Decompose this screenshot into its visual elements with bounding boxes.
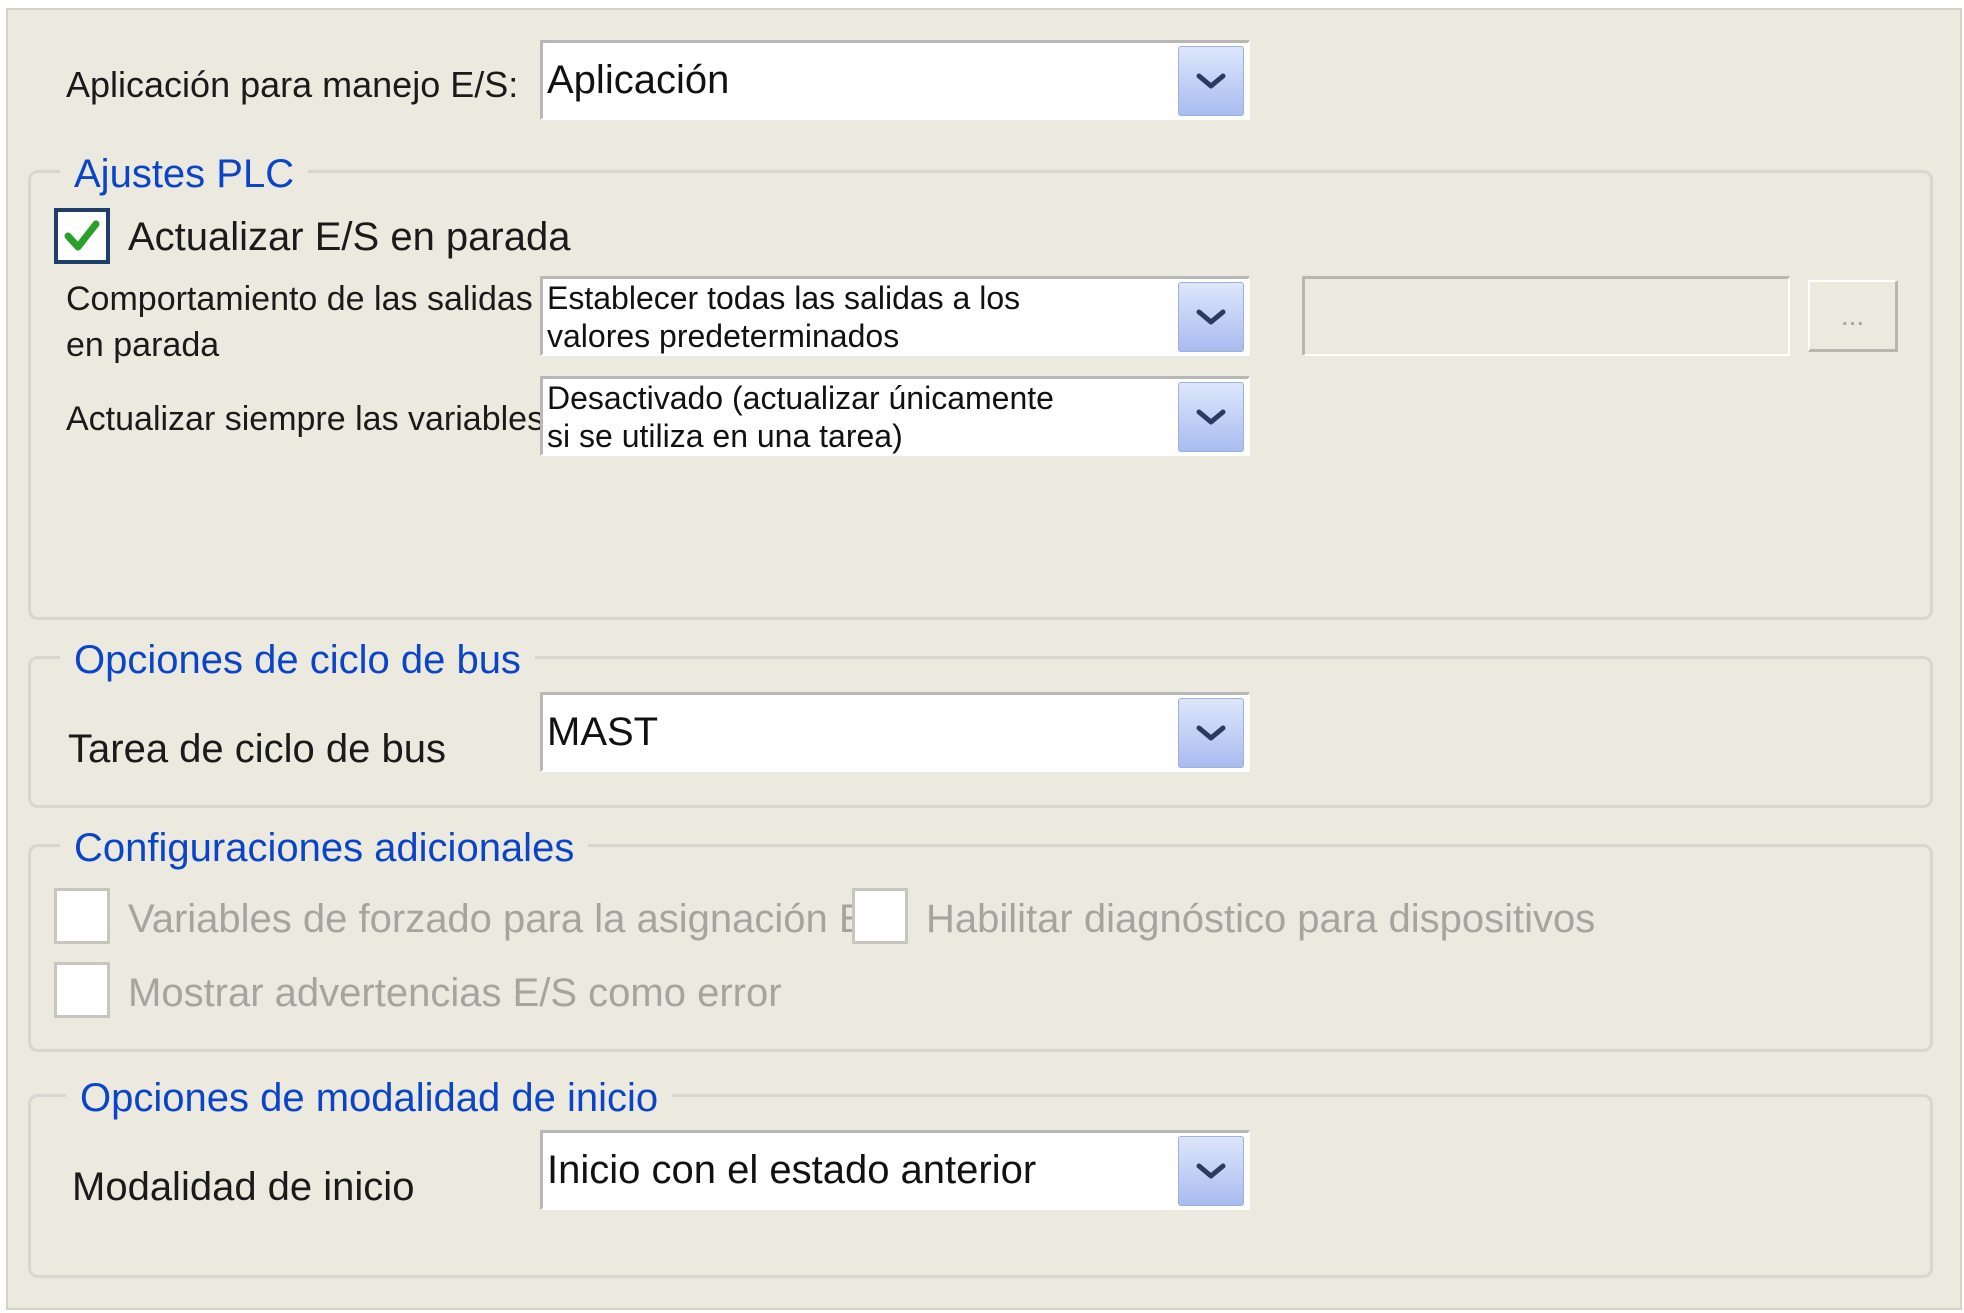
bus-cycle-task-label: Tarea de ciclo de bus (68, 727, 447, 771)
warnings-as-errors-label: Mostrar advertencias E/S como error (128, 971, 782, 1015)
update-io-on-stop-checkbox[interactable] (54, 208, 110, 264)
update-variables-dropdown-button[interactable] (1178, 382, 1244, 452)
chevron-down-icon (1196, 409, 1226, 425)
outputs-behavior-extra-field (1302, 276, 1790, 356)
outputs-behavior-combobox[interactable]: Establecer todas las salidas a los valor… (540, 276, 1250, 356)
chevron-down-icon (1196, 73, 1226, 89)
outputs-behavior-label: Comportamiento de las salidas en parada (66, 280, 533, 364)
bus-cycle-title: Opciones de ciclo de bus (60, 636, 535, 684)
chevron-down-icon (1196, 725, 1226, 741)
bus-cycle-task-combobox[interactable]: MAST (540, 692, 1250, 772)
additional-settings-title: Configuraciones adicionales (60, 824, 589, 872)
io-app-combobox[interactable]: Aplicación (540, 40, 1250, 120)
force-variables-label: Variables de forzado para la asignación … (128, 897, 904, 941)
update-variables-combobox[interactable]: Desactivado (actualizar únicamente si se… (540, 376, 1250, 456)
startup-title: Opciones de modalidad de inicio (66, 1074, 673, 1122)
bus-cycle-task-value: MAST (547, 710, 659, 754)
browse-button: ... (1808, 280, 1898, 352)
update-io-on-stop-label: Actualizar E/S en parada (128, 215, 571, 259)
force-variables-checkbox[interactable] (54, 888, 110, 944)
chevron-down-icon (1196, 309, 1226, 325)
startup-mode-combobox[interactable]: Inicio con el estado anterior (540, 1130, 1250, 1210)
warnings-as-errors-checkbox[interactable] (54, 962, 110, 1018)
startup-mode-value: Inicio con el estado anterior (547, 1148, 1037, 1192)
startup-mode-dropdown-button[interactable] (1178, 1136, 1244, 1206)
plc-settings-title: Ajustes PLC (60, 150, 309, 198)
chevron-down-icon (1196, 1163, 1226, 1179)
outputs-behavior-value: Establecer todas las salidas a los valor… (547, 279, 1021, 354)
update-variables-label: Actualizar siempre las variables (66, 400, 545, 438)
io-app-label: Aplicación para manejo E/S: (66, 64, 519, 105)
additional-settings-group (28, 844, 1933, 1052)
startup-mode-label: Modalidad de inicio (72, 1165, 415, 1209)
enable-diagnostics-label: Habilitar diagnóstico para dispositivos (926, 897, 1596, 941)
enable-diagnostics-checkbox[interactable] (852, 888, 908, 944)
io-app-dropdown-button[interactable] (1178, 46, 1244, 116)
io-mapping-settings-panel: Aplicación para manejo E/S: Aplicación A… (6, 8, 1962, 1310)
outputs-behavior-dropdown-button[interactable] (1178, 282, 1244, 352)
bus-cycle-task-dropdown-button[interactable] (1178, 698, 1244, 768)
checkmark-icon (64, 220, 100, 251)
io-app-value: Aplicación (547, 58, 730, 102)
update-variables-value: Desactivado (actualizar únicamente si se… (547, 379, 1054, 454)
